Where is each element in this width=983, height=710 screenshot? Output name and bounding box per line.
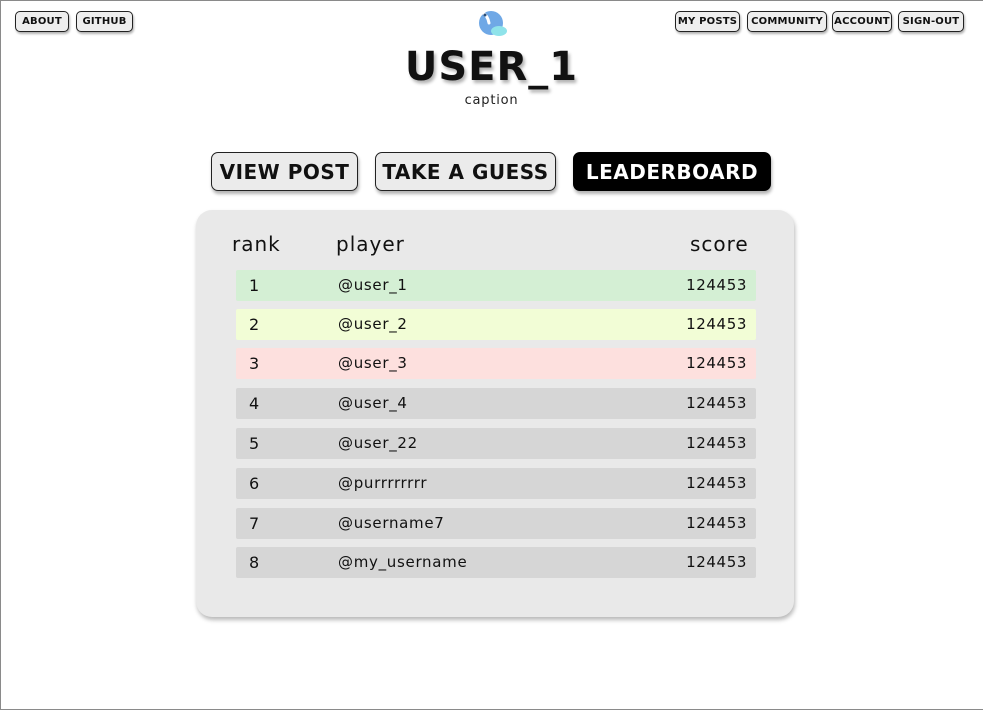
row-player[interactable]: @user_3 — [338, 354, 408, 372]
score-column-header: score — [690, 232, 749, 256]
leaderboard-row[interactable]: 3 @user_3 124453 — [236, 348, 756, 379]
row-rank: 6 — [249, 474, 260, 493]
row-score: 124453 — [686, 276, 747, 294]
github-button[interactable]: github — [76, 11, 133, 32]
tab-view-post[interactable]: view post — [211, 152, 358, 191]
leaderboard-row[interactable]: 7 @username7 124453 — [236, 508, 756, 539]
row-rank: 7 — [249, 514, 260, 533]
row-rank: 8 — [249, 553, 260, 572]
row-score: 124453 — [686, 474, 747, 492]
my-posts-button[interactable]: my posts — [675, 11, 740, 32]
row-player[interactable]: @purrrrrrrr — [338, 474, 427, 492]
tab-take-a-guess[interactable]: take a guess — [375, 152, 556, 191]
row-score: 124453 — [686, 354, 747, 372]
row-score: 124453 — [686, 514, 747, 532]
row-score: 124453 — [686, 394, 747, 412]
player-column-header: player — [336, 232, 405, 256]
leaderboard-row[interactable]: 2 @user_2 124453 — [236, 309, 756, 340]
row-player[interactable]: @user_1 — [338, 276, 408, 294]
blue-blob-logo-icon[interactable] — [476, 8, 510, 38]
page-caption: caption — [464, 93, 519, 108]
leaderboard-row[interactable]: 6 @purrrrrrrr 124453 — [236, 468, 756, 499]
row-score: 124453 — [686, 434, 747, 452]
row-player[interactable]: @user_2 — [338, 315, 408, 333]
row-player[interactable]: @my_username — [338, 553, 467, 571]
tab-leaderboard[interactable]: leaderboard — [573, 152, 771, 191]
page-title: USER_1 — [404, 44, 579, 90]
rank-column-header: rank — [232, 232, 281, 256]
row-score: 124453 — [686, 315, 747, 333]
row-rank: 5 — [249, 434, 260, 453]
account-button[interactable]: account — [832, 11, 892, 32]
leaderboard-row[interactable]: 1 @user_1 124453 — [236, 270, 756, 301]
sign-out-button[interactable]: sign-out — [898, 11, 964, 32]
leaderboard-row[interactable]: 4 @user_4 124453 — [236, 388, 756, 419]
row-rank: 3 — [249, 354, 260, 373]
about-button[interactable]: about — [15, 11, 69, 32]
row-rank: 2 — [249, 315, 260, 334]
row-player[interactable]: @user_22 — [338, 434, 418, 452]
row-player[interactable]: @username7 — [338, 514, 445, 532]
leaderboard-row[interactable]: 5 @user_22 124453 — [236, 428, 756, 459]
leaderboard-row[interactable]: 8 @my_username 124453 — [236, 547, 756, 578]
row-score: 124453 — [686, 553, 747, 571]
row-rank: 4 — [249, 394, 260, 413]
row-player[interactable]: @user_4 — [338, 394, 408, 412]
community-button[interactable]: community — [747, 11, 827, 32]
row-rank: 1 — [249, 276, 260, 295]
